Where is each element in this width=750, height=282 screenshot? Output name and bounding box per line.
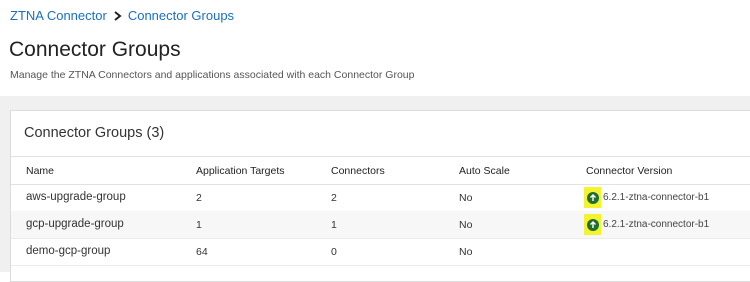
cell-connectors: 0 — [331, 246, 337, 258]
cell-name[interactable]: gcp-upgrade-group — [26, 218, 124, 230]
cell-auto-scale: No — [459, 219, 473, 231]
cell-connectors: 2 — [331, 192, 337, 204]
connector-version-text: 6.2.1-ztna-connector-b1 — [603, 192, 710, 203]
upgrade-arrow-icon[interactable] — [584, 214, 601, 235]
cell-application-targets: 1 — [196, 219, 202, 231]
column-header-name[interactable]: Name — [26, 165, 54, 177]
cell-connector-version: 6.2.1-ztna-connector-b1 — [584, 214, 709, 235]
column-header-auto-scale[interactable]: Auto Scale — [459, 165, 510, 177]
cell-name[interactable]: demo-gcp-group — [26, 245, 110, 257]
column-header-connector-version[interactable]: Connector Version — [586, 165, 672, 177]
cell-application-targets: 64 — [196, 246, 208, 258]
breadcrumb-ztna-connector-link[interactable]: ZTNA Connector — [10, 8, 107, 23]
cell-application-targets: 2 — [196, 192, 202, 204]
cell-connectors: 1 — [331, 219, 337, 231]
connector-version-text: 6.2.1-ztna-connector-b1 — [603, 219, 710, 230]
breadcrumb: ZTNA Connector Connector Groups — [10, 8, 234, 23]
column-header-application-targets[interactable]: Application Targets — [196, 165, 285, 177]
column-header-connectors[interactable]: Connectors — [331, 165, 385, 177]
cell-name[interactable]: aws-upgrade-group — [26, 191, 126, 203]
card-title: Connector Groups (3) — [24, 125, 165, 141]
chevron-right-icon — [113, 10, 122, 21]
page-title: Connector Groups — [9, 38, 181, 61]
cell-auto-scale: No — [459, 246, 473, 258]
breadcrumb-connector-groups-link[interactable]: Connector Groups — [128, 8, 234, 23]
table-row[interactable]: gcp-upgrade-group 1 1 No 6.2.1-ztna-conn… — [11, 211, 750, 239]
table-row[interactable]: demo-gcp-group 64 0 No — [11, 238, 750, 266]
cell-connector-version: 6.2.1-ztna-connector-b1 — [584, 187, 709, 208]
content-area: Connector Groups (3) Name Application Ta… — [0, 96, 750, 282]
table-header: Name Application Targets Connectors Auto… — [11, 156, 750, 185]
upgrade-arrow-icon[interactable] — [584, 187, 601, 208]
page-subtitle: Manage the ZTNA Connectors and applicati… — [10, 69, 415, 81]
table-row[interactable]: aws-upgrade-group 2 2 No 6.2.1-ztna-conn… — [11, 184, 750, 212]
connector-groups-card: Connector Groups (3) Name Application Ta… — [10, 110, 750, 282]
cell-auto-scale: No — [459, 192, 473, 204]
